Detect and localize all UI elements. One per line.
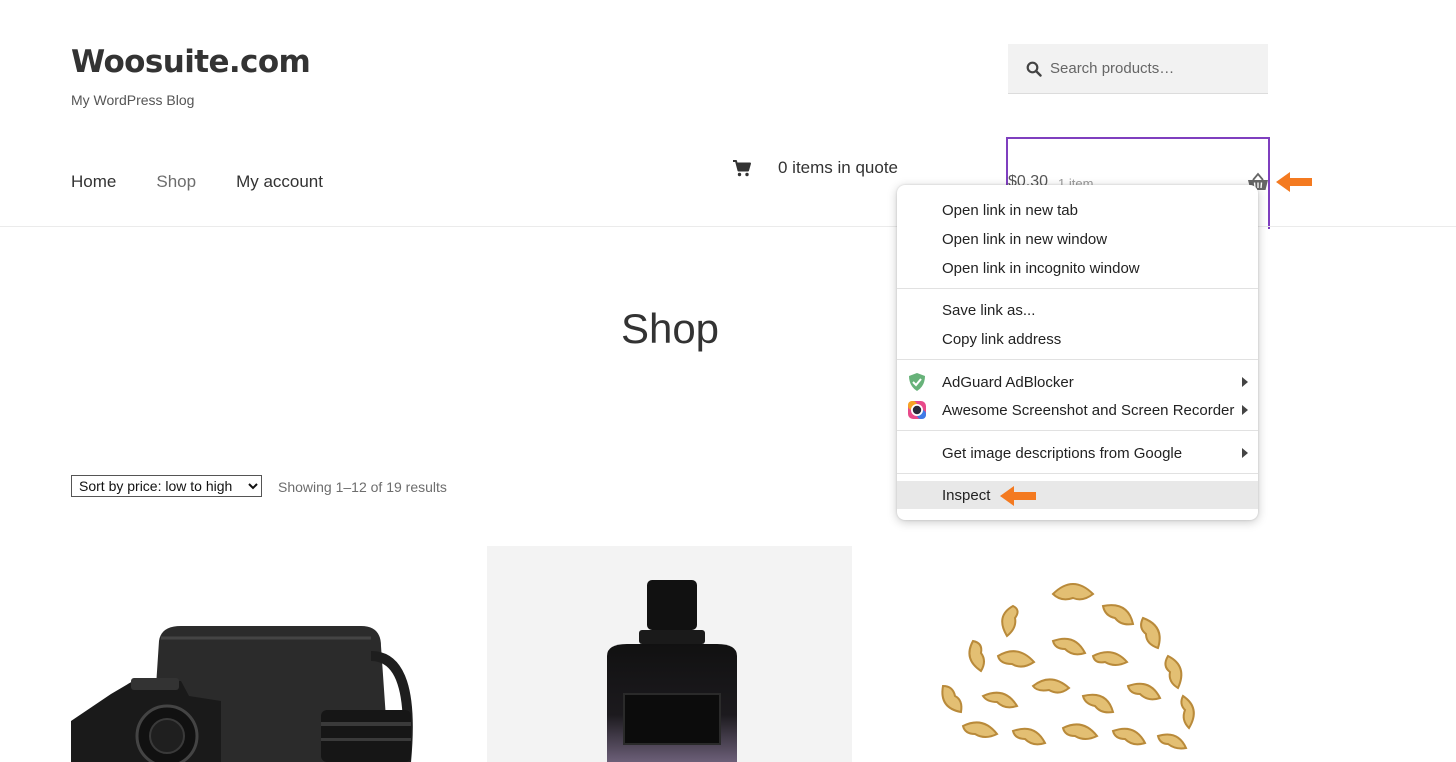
nav-item-my-account[interactable]: My account bbox=[236, 172, 323, 192]
menu-item-label: Get image descriptions from Google bbox=[942, 444, 1183, 462]
product-search bbox=[1008, 44, 1268, 94]
submenu-arrow-icon bbox=[1242, 377, 1248, 387]
perfume-image bbox=[607, 580, 737, 762]
product-image-cashews[interactable] bbox=[903, 546, 1268, 762]
menu-separator bbox=[897, 473, 1258, 474]
quote-link[interactable]: 0 items in quote bbox=[732, 158, 898, 178]
camera-lens-icon bbox=[908, 401, 926, 419]
menu-item-open-incognito[interactable]: Open link in incognito window bbox=[897, 254, 1258, 282]
menu-item-inspect[interactable]: Inspect bbox=[897, 481, 1258, 509]
menu-item-open-new-window[interactable]: Open link in new window bbox=[897, 225, 1258, 253]
menu-item-open-new-tab[interactable]: Open link in new tab bbox=[897, 196, 1258, 224]
menu-item-copy-link[interactable]: Copy link address bbox=[897, 325, 1258, 353]
primary-navigation: Home Shop My account bbox=[71, 172, 323, 192]
menu-separator bbox=[897, 430, 1258, 431]
menu-item-label: AdGuard AdBlocker bbox=[942, 373, 1074, 391]
sort-select[interactable]: Sort by price: low to high bbox=[71, 475, 262, 497]
menu-item-image-descriptions[interactable]: Get image descriptions from Google bbox=[897, 439, 1258, 467]
product-image-camera[interactable] bbox=[71, 546, 436, 762]
menu-item-label: Open link in new tab bbox=[942, 201, 1078, 219]
menu-separator bbox=[897, 359, 1258, 360]
menu-item-label: Copy link address bbox=[942, 330, 1062, 348]
search-input[interactable] bbox=[1050, 60, 1250, 77]
product-image-perfume[interactable] bbox=[487, 546, 852, 762]
cashews-image bbox=[941, 583, 1195, 750]
nav-item-home[interactable]: Home bbox=[71, 172, 116, 192]
site-title[interactable]: Woosuite.com bbox=[71, 44, 311, 80]
submenu-arrow-icon bbox=[1242, 448, 1248, 458]
submenu-arrow-icon bbox=[1242, 405, 1248, 415]
results-count: Showing 1–12 of 19 results bbox=[278, 479, 447, 495]
cart-icon bbox=[733, 160, 751, 177]
quote-label: 0 items in quote bbox=[778, 158, 899, 177]
menu-item-label: Save link as... bbox=[942, 301, 1036, 319]
site-tagline: My WordPress Blog bbox=[71, 92, 195, 108]
menu-item-awesome-screenshot[interactable]: Awesome Screenshot and Screen Recorder bbox=[897, 396, 1258, 424]
menu-item-label: Open link in incognito window bbox=[942, 259, 1140, 277]
shield-icon bbox=[909, 373, 925, 391]
search-icon bbox=[1026, 61, 1042, 77]
menu-separator bbox=[897, 288, 1258, 289]
menu-item-label: Open link in new window bbox=[942, 230, 1108, 248]
arrow-icon bbox=[1000, 486, 1036, 506]
camera-image bbox=[71, 626, 413, 762]
menu-item-save-link[interactable]: Save link as... bbox=[897, 296, 1258, 324]
menu-item-adguard[interactable]: AdGuard AdBlocker bbox=[897, 368, 1258, 396]
context-menu: Open link in new tab Open link in new wi… bbox=[897, 185, 1258, 520]
menu-item-label: Inspect bbox=[942, 486, 991, 504]
nav-item-shop[interactable]: Shop bbox=[156, 172, 196, 192]
arrow-icon bbox=[1276, 172, 1312, 192]
menu-item-label: Awesome Screenshot and Screen Recorder bbox=[942, 401, 1235, 419]
